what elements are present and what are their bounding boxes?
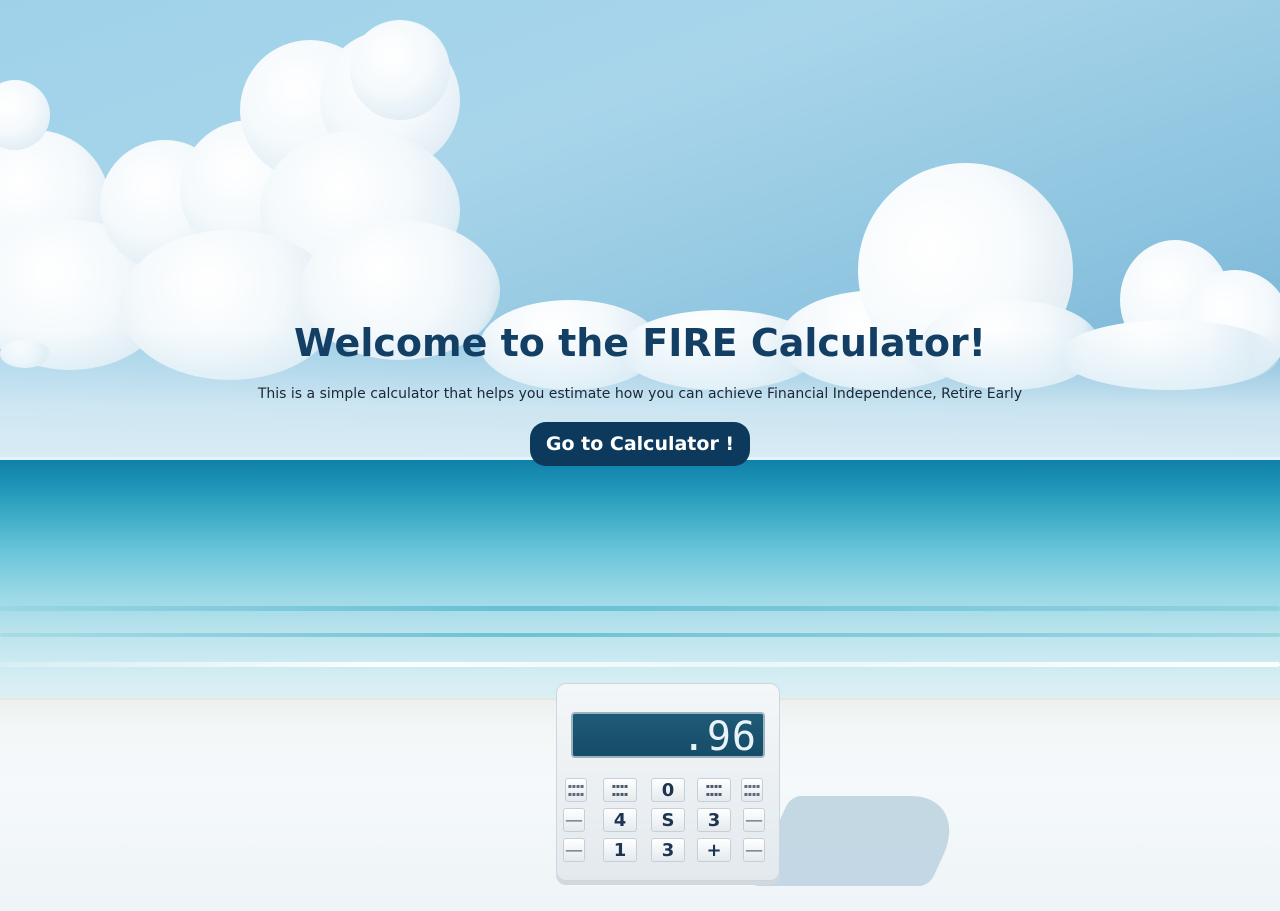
go-to-calculator-button[interactable]: Go to Calculator ! <box>529 422 751 466</box>
calculator-key: ▪▪▪▪ ▪▪▪▪ <box>565 778 587 802</box>
hero-section: Welcome to the FIRE Calculator! This is … <box>0 318 1280 466</box>
page-title: Welcome to the FIRE Calculator! <box>294 321 986 365</box>
calculator-key: — <box>563 838 585 862</box>
calculator-key: — <box>743 808 765 832</box>
calculator-key: ▪▪▪▪ ▪▪▪▪ <box>741 778 763 802</box>
calculator-key: 1 <box>603 838 637 862</box>
cloud <box>350 20 450 120</box>
calculator-key: 3 <box>697 808 731 832</box>
calculator-illustration: .96 ▪▪▪▪ ▪▪▪▪ ▪▪▪▪ ▪▪▪▪ 0 ▪▪▪▪ ▪▪▪▪ ▪▪▪▪ ▪▪▪… <box>556 683 780 881</box>
calculator-key: 4 <box>603 808 637 832</box>
calculator-key: + <box>697 838 731 862</box>
page-subtitle: This is a simple calculator that helps y… <box>257 386 1023 402</box>
calculator-key: ▪▪▪▪ ▪▪▪▪ <box>603 778 637 802</box>
calculator-key: 3 <box>651 838 685 862</box>
sea <box>0 458 1280 708</box>
calculator-key: ▪▪▪▪ ▪▪▪▪ <box>697 778 731 802</box>
wave <box>0 662 1280 667</box>
wave <box>0 606 1280 611</box>
calculator-key: — <box>743 838 765 862</box>
calculator-key: S <box>651 808 685 832</box>
calculator-key: 0 <box>651 778 685 802</box>
wave <box>0 633 1280 637</box>
calculator-display: .96 <box>571 712 765 760</box>
calculator-key: — <box>563 808 585 832</box>
background-scene: .96 ▪▪▪▪ ▪▪▪▪ ▪▪▪▪ ▪▪▪▪ 0 ▪▪▪▪ ▪▪▪▪ ▪▪▪▪ ▪▪▪… <box>0 0 1280 911</box>
